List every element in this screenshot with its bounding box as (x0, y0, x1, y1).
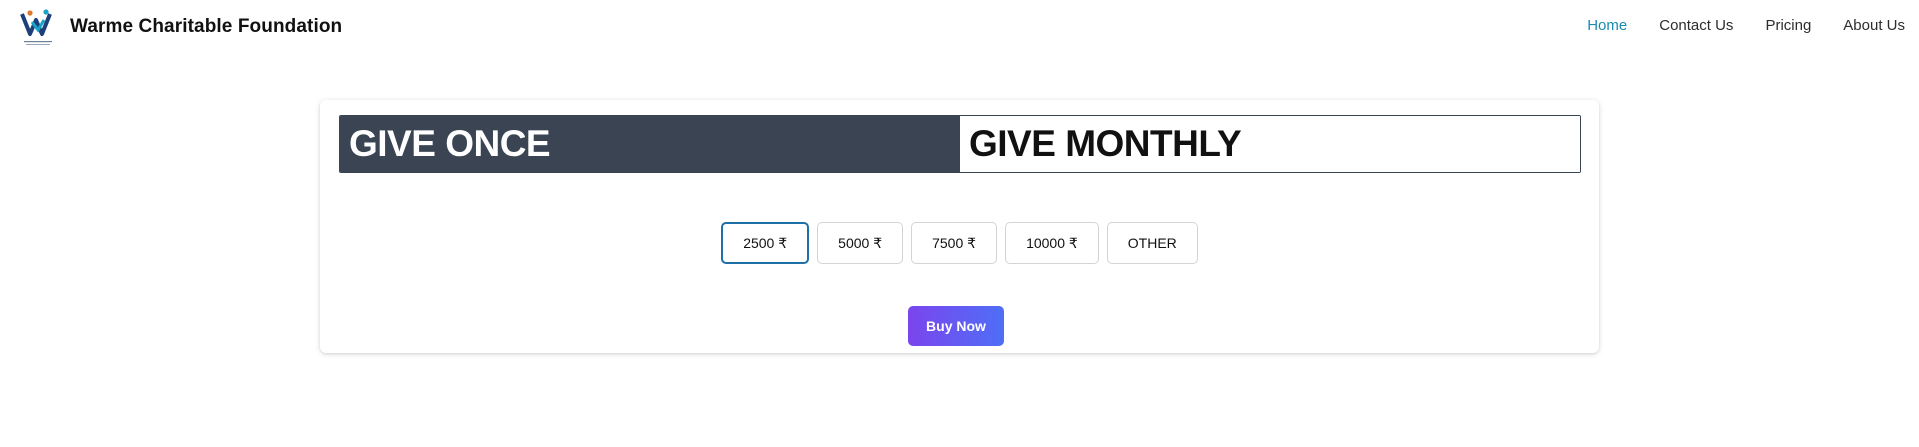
amount-other-button[interactable]: OTHER (1106, 222, 1198, 264)
nav-contact-link[interactable]: Contact Us (1659, 17, 1733, 34)
foundation-logo-icon[interactable] (16, 8, 60, 48)
amount-10000-button[interactable]: 10000 ₹ (1005, 222, 1099, 264)
tab-give-once[interactable]: GIVE ONCE (340, 116, 960, 172)
amount-5000-button[interactable]: 5000 ₹ (817, 222, 904, 264)
donation-card: GIVE ONCE GIVE MONTHLY 2500 ₹ 5000 ₹ 750… (320, 100, 1599, 353)
donation-frequency-tabs: GIVE ONCE GIVE MONTHLY (339, 115, 1581, 173)
nav-pricing-link[interactable]: Pricing (1765, 17, 1811, 34)
amount-options: 2500 ₹ 5000 ₹ 7500 ₹ 10000 ₹ OTHER (320, 222, 1599, 264)
nav-about-link[interactable]: About Us (1843, 17, 1905, 34)
buy-now-button[interactable]: Buy Now (908, 306, 1004, 346)
nav-home-link[interactable]: Home (1587, 17, 1627, 34)
top-navbar: Warme Charitable Foundation Home Contact… (0, 0, 1919, 56)
tab-give-monthly[interactable]: GIVE MONTHLY (960, 116, 1580, 172)
amount-7500-button[interactable]: 7500 ₹ (911, 222, 998, 264)
brand-name[interactable]: Warme Charitable Foundation (70, 16, 342, 38)
main-nav: Home Contact Us Pricing About Us (1587, 17, 1905, 34)
amount-2500-button[interactable]: 2500 ₹ (721, 222, 810, 264)
